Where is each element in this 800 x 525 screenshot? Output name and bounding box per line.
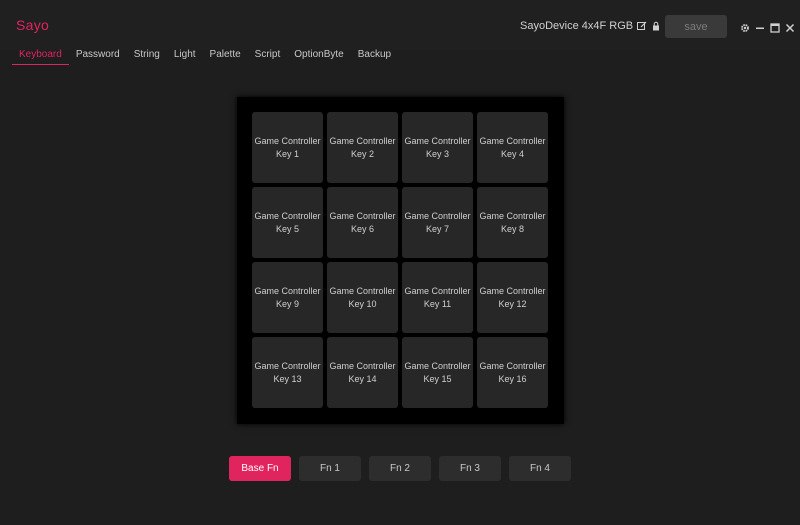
key-function: Game Controller <box>329 286 396 296</box>
key-grid: Game Controller Key 1 Game Controller Key … <box>252 112 548 408</box>
fn-layer-2-button[interactable]: Fn 2 <box>369 456 431 481</box>
key-function: Game Controller <box>254 211 321 221</box>
minimize-icon[interactable] <box>755 20 765 30</box>
device-selector[interactable]: SayoDevice 4x4F RGB <box>520 20 675 32</box>
gear-icon[interactable] <box>740 20 750 32</box>
key-label: Key 14 <box>348 373 377 384</box>
device-name: SayoDevice 4x4F RGB <box>520 20 634 32</box>
key-3[interactable]: Game Controller Key 3 <box>402 112 473 183</box>
main-tabs: Keyboard Password String Light Palette S… <box>12 48 398 66</box>
key-label: Key 10 <box>348 298 377 309</box>
key-label: Key 15 <box>423 373 452 384</box>
key-label: Key 5 <box>275 223 299 234</box>
close-icon[interactable] <box>785 20 795 33</box>
key-16[interactable]: Game Controller Key 16 <box>477 337 548 408</box>
key-label: Key 12 <box>498 298 527 309</box>
key-10[interactable]: Game Controller Key 10 <box>327 262 398 333</box>
key-label: Key 8 <box>500 223 524 234</box>
key-function: Game Controller <box>329 136 396 146</box>
key-15[interactable]: Game Controller Key 15 <box>402 337 473 408</box>
tab-optionbyte[interactable]: OptionByte <box>287 48 350 64</box>
save-button[interactable]: save <box>665 15 727 38</box>
key-function: Game Controller <box>404 136 471 146</box>
key-function: Game Controller <box>479 136 546 146</box>
key-label: Key 9 <box>275 298 299 309</box>
key-function: Game Controller <box>254 361 321 371</box>
key-function: Game Controller <box>479 211 546 221</box>
key-function: Game Controller <box>404 361 471 371</box>
key-5[interactable]: Game Controller Key 5 <box>252 187 323 258</box>
fn-layer-base-button[interactable]: Base Fn <box>229 456 291 481</box>
keypad-board: Game Controller Key 1 Game Controller Key … <box>237 97 564 424</box>
tab-password[interactable]: Password <box>69 48 127 64</box>
key-function: Game Controller <box>329 361 396 371</box>
fn-layer-1-button[interactable]: Fn 1 <box>299 456 361 481</box>
key-2[interactable]: Game Controller Key 2 <box>327 112 398 183</box>
key-9[interactable]: Game Controller Key 9 <box>252 262 323 333</box>
title-bar: Sayo SayoDevice 4x4F RGB save <box>0 0 800 50</box>
key-function: Game Controller <box>254 286 321 296</box>
tab-light[interactable]: Light <box>167 48 203 64</box>
key-label: Key 11 <box>423 298 452 309</box>
tab-backup[interactable]: Backup <box>351 48 398 64</box>
window-controls <box>740 20 795 33</box>
key-11[interactable]: Game Controller Key 11 <box>402 262 473 333</box>
fn-layer-4-button[interactable]: Fn 4 <box>509 456 571 481</box>
tab-string[interactable]: String <box>127 48 167 64</box>
key-function: Game Controller <box>329 211 396 221</box>
key-8[interactable]: Game Controller Key 8 <box>477 187 548 258</box>
key-14[interactable]: Game Controller Key 14 <box>327 337 398 408</box>
key-13[interactable]: Game Controller Key 13 <box>252 337 323 408</box>
key-function: Game Controller <box>254 136 321 146</box>
key-label: Key 7 <box>425 223 449 234</box>
fn-layer-selector: Base Fn Fn 1 Fn 2 Fn 3 Fn 4 <box>229 456 571 481</box>
key-label: Key 2 <box>350 148 374 159</box>
key-1[interactable]: Game Controller Key 1 <box>252 112 323 183</box>
key-7[interactable]: Game Controller Key 7 <box>402 187 473 258</box>
tab-palette[interactable]: Palette <box>203 48 248 64</box>
tab-keyboard[interactable]: Keyboard <box>12 48 69 65</box>
key-6[interactable]: Game Controller Key 6 <box>327 187 398 258</box>
edit-icon[interactable] <box>637 21 647 31</box>
key-label: Key 16 <box>498 373 527 384</box>
key-label: Key 1 <box>275 148 299 159</box>
fn-layer-3-button[interactable]: Fn 3 <box>439 456 501 481</box>
key-label: Key 4 <box>500 148 524 159</box>
key-function: Game Controller <box>404 286 471 296</box>
lock-icon[interactable] <box>651 21 661 31</box>
key-function: Game Controller <box>479 286 546 296</box>
tab-script[interactable]: Script <box>248 48 288 64</box>
key-label: Key 13 <box>273 373 302 384</box>
app-title: Sayo <box>16 17 50 33</box>
key-function: Game Controller <box>479 361 546 371</box>
key-label: Key 3 <box>425 148 449 159</box>
key-4[interactable]: Game Controller Key 4 <box>477 112 548 183</box>
key-12[interactable]: Game Controller Key 12 <box>477 262 548 333</box>
maximize-icon[interactable] <box>770 20 780 33</box>
key-function: Game Controller <box>404 211 471 221</box>
key-label: Key 6 <box>350 223 374 234</box>
